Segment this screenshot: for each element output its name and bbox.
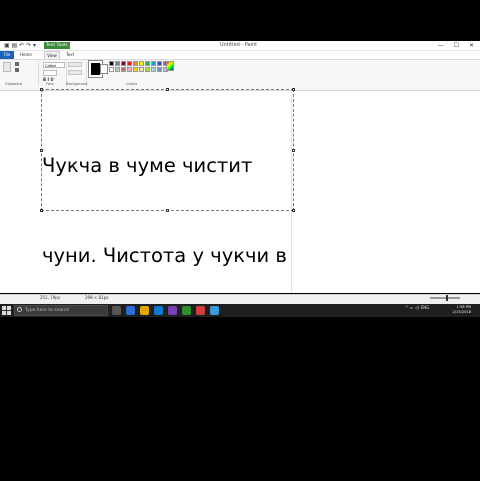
font-size-select[interactable] — [43, 70, 57, 76]
status-bar — [0, 294, 480, 304]
palette-swatch[interactable] — [157, 61, 162, 66]
color2-swatch[interactable] — [100, 64, 108, 74]
taskbar-search-input[interactable]: Type here to search — [14, 305, 108, 316]
clock-date: 2/15/2018 — [452, 310, 471, 314]
palette-swatch[interactable] — [139, 67, 144, 72]
palette-swatch[interactable] — [115, 61, 120, 66]
search-icon — [17, 307, 22, 312]
palette-swatch[interactable] — [133, 67, 138, 72]
file-explorer-icon[interactable] — [140, 306, 149, 315]
task-view-icon[interactable] — [112, 306, 121, 315]
group-label-font: Font — [46, 82, 54, 86]
app-icon[interactable] — [196, 306, 205, 315]
copy-icon[interactable] — [15, 68, 19, 72]
window-title: Untitled - Paint — [220, 42, 258, 48]
text-line: Чукча в чуме чистит — [42, 154, 253, 177]
edge-icon[interactable] — [126, 306, 135, 315]
maximize-button[interactable]: ☐ — [454, 42, 459, 49]
palette-swatch[interactable] — [127, 67, 132, 72]
zoom-thumb[interactable] — [446, 295, 448, 301]
cut-icon[interactable] — [15, 62, 19, 66]
palette-swatch[interactable] — [115, 67, 120, 72]
system-tray-icons[interactable]: ^ ▭ ◁) ENG — [405, 305, 429, 310]
palette-swatch[interactable] — [121, 67, 126, 72]
text-line: чис-тит чу-ни. Чис-то — [42, 424, 261, 447]
close-button[interactable]: ✕ — [469, 42, 474, 49]
edit-colors-button[interactable] — [166, 61, 174, 71]
palette-swatch[interactable] — [139, 61, 144, 66]
paste-button[interactable] — [3, 62, 11, 72]
paint-icon[interactable] — [210, 306, 219, 315]
window-controls[interactable]: — ☐ ✕ — [430, 42, 474, 49]
transparent-button[interactable] — [68, 70, 82, 75]
text-tools-tag: Text Tools — [44, 42, 70, 49]
palette-swatch[interactable] — [151, 61, 156, 66]
tab-text[interactable]: Text — [66, 51, 74, 59]
divider — [38, 62, 39, 86]
zoom-slider[interactable] — [430, 297, 460, 299]
group-label-colors: Colors — [126, 82, 138, 86]
palette-swatch[interactable] — [157, 67, 162, 72]
palette-swatch[interactable] — [133, 61, 138, 66]
group-label-background: Background — [66, 82, 88, 86]
palette-swatch[interactable] — [109, 67, 114, 72]
app-icon[interactable] — [182, 306, 191, 315]
palette-swatch[interactable] — [145, 67, 150, 72]
text-line: чуни. Чистота у чукчи в — [42, 244, 287, 267]
minimize-button[interactable]: — — [438, 42, 444, 49]
onenote-icon[interactable] — [168, 306, 177, 315]
opaque-button[interactable] — [68, 62, 82, 67]
selection-size: 298 × 81px — [85, 295, 109, 300]
group-label-clipboard: Clipboard — [5, 82, 23, 86]
cursor-position: 251, 19px — [40, 295, 61, 300]
palette-swatch[interactable] — [121, 61, 126, 66]
tab-view[interactable]: View — [44, 51, 60, 59]
palette-swatch[interactable] — [127, 61, 132, 66]
taskbar-clock[interactable]: 1:56 PM 2/15/2018 — [447, 305, 471, 315]
palette-swatch[interactable] — [109, 61, 114, 66]
store-icon[interactable] — [154, 306, 163, 315]
font-family-select[interactable]: Calibri — [43, 62, 65, 68]
palette-swatch[interactable] — [145, 61, 150, 66]
windows-start-icon[interactable] — [2, 306, 11, 315]
tab-file[interactable]: File — [0, 51, 14, 59]
tab-home[interactable]: Home — [20, 51, 32, 59]
text-content[interactable]: Чукча в чуме чистит чуни. Чистота у чукч… — [41, 89, 295, 481]
text-line: чуме. Чук-ча в чу-ме — [42, 334, 253, 357]
palette-swatch[interactable] — [151, 67, 156, 72]
quick-access-toolbar[interactable]: ▣ ▤ ↶ ↷ ▾ — [4, 42, 36, 49]
